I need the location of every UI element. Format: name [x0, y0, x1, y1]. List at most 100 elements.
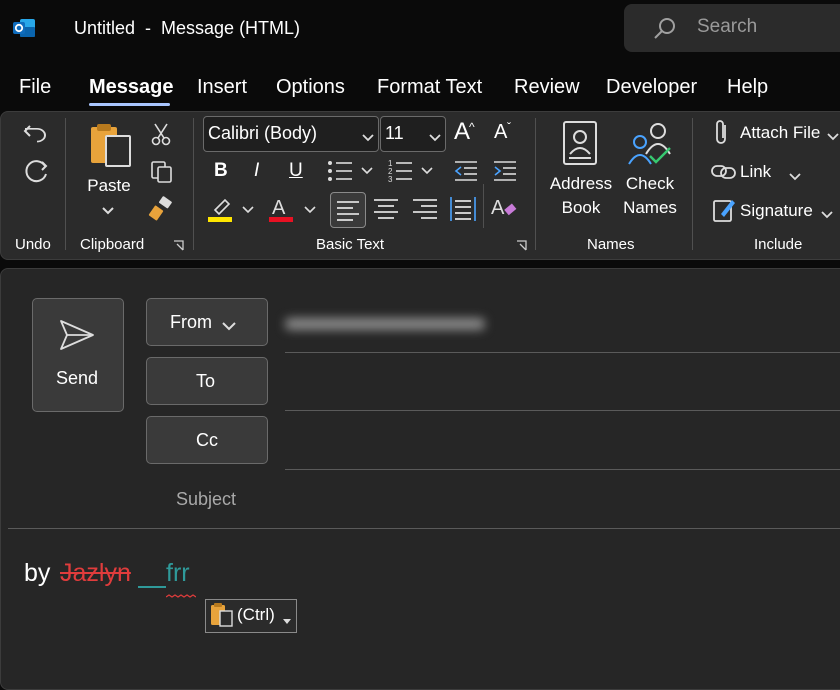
- ribbon-separator: [535, 118, 536, 250]
- justify-icon[interactable]: [449, 195, 477, 228]
- message-body[interactable]: [10, 536, 840, 673]
- highlight-icon[interactable]: [207, 196, 257, 229]
- tab-developer[interactable]: Developer: [606, 76, 697, 99]
- ribbon-separator: [65, 118, 66, 250]
- window-title: Untitled - Message (HTML): [74, 18, 301, 38]
- shrink-font-button[interactable]: A: [494, 121, 507, 144]
- grow-font-button[interactable]: A: [454, 118, 470, 146]
- clear-formatting-icon[interactable]: A: [491, 194, 519, 227]
- tab-file[interactable]: File: [19, 76, 51, 99]
- align-left-icon: [337, 201, 359, 221]
- signature-button[interactable]: Signature: [740, 199, 813, 223]
- font-name-dropdown[interactable]: Calibri (Body): [203, 116, 379, 152]
- chevron-down-icon[interactable]: [827, 128, 839, 146]
- from-label: From: [170, 312, 212, 332]
- format-painter-icon[interactable]: [148, 196, 174, 227]
- dialog-launcher-icon[interactable]: [516, 238, 527, 251]
- cut-icon[interactable]: [150, 122, 172, 151]
- tab-help[interactable]: Help: [727, 76, 768, 99]
- link-icon: [710, 161, 738, 188]
- outlook-icon: [12, 16, 36, 40]
- numbering-icon[interactable]: 1 2 3: [388, 158, 436, 189]
- divider: [285, 469, 840, 470]
- chevron-down-icon: [222, 318, 236, 336]
- to-label: To: [196, 371, 216, 391]
- subject-label: Subject: [176, 489, 237, 509]
- align-left-button[interactable]: [330, 192, 366, 228]
- copy-icon[interactable]: [150, 160, 174, 189]
- group-label-include: Include: [754, 236, 803, 253]
- highlight-color-swatch: [208, 217, 232, 222]
- group-label-basic-text: Basic Text: [316, 236, 385, 253]
- body-text: by: [24, 559, 51, 587]
- insertion-underline: [138, 586, 166, 588]
- caret-up-icon: ^: [469, 120, 475, 134]
- chevron-down-icon[interactable]: [101, 203, 115, 221]
- chevron-down-icon[interactable]: [789, 168, 801, 186]
- caret-down-icon: [283, 612, 291, 630]
- font-size-value: 11: [385, 123, 404, 143]
- increase-indent-icon[interactable]: [492, 158, 518, 189]
- attach-file-button[interactable]: Attach File: [740, 121, 820, 145]
- redo-icon[interactable]: [22, 158, 50, 191]
- to-field[interactable]: [285, 360, 840, 404]
- send-label: Send: [55, 368, 99, 388]
- undo-icon[interactable]: [22, 120, 50, 153]
- tab-format-text[interactable]: Format Text: [377, 76, 482, 99]
- tab-insert[interactable]: Insert: [197, 76, 247, 99]
- dialog-launcher-icon[interactable]: [173, 238, 184, 251]
- caret-down-icon: ˇ: [507, 120, 511, 134]
- tab-review[interactable]: Review: [514, 76, 580, 99]
- bullets-icon[interactable]: [326, 158, 374, 189]
- subject-field[interactable]: [285, 476, 840, 522]
- paste-button[interactable]: Paste: [80, 174, 138, 198]
- font-name-value: Calibri (Body): [208, 123, 318, 143]
- ribbon-separator: [193, 118, 194, 250]
- group-label-clipboard: Clipboard: [80, 236, 145, 253]
- divider: [8, 528, 840, 529]
- font-size-dropdown[interactable]: 11: [380, 116, 446, 152]
- align-center-icon[interactable]: [372, 196, 400, 227]
- body-strikethrough-text: Jazlyn: [60, 559, 131, 587]
- cc-field[interactable]: [285, 419, 840, 463]
- paste-options-label: (Ctrl): [237, 605, 275, 624]
- address-book-button[interactable]: Address Book: [546, 172, 616, 220]
- decrease-indent-icon[interactable]: [453, 158, 479, 189]
- underline-button[interactable]: U: [289, 160, 303, 182]
- ribbon-separator: [692, 118, 693, 250]
- check-names-button[interactable]: Check Names: [616, 172, 684, 220]
- paste-icon[interactable]: [86, 122, 134, 175]
- address-book-icon[interactable]: [561, 120, 599, 171]
- svg-text:A: A: [491, 197, 505, 219]
- check-names-icon[interactable]: [626, 120, 674, 171]
- group-label-names: Names: [587, 236, 635, 253]
- body-inserted-text: frr: [166, 559, 190, 587]
- tab-message[interactable]: Message: [89, 76, 174, 99]
- search-icon: [652, 16, 678, 42]
- spelling-squiggle: [165, 586, 197, 604]
- tab-options[interactable]: Options: [276, 76, 345, 99]
- active-tab-indicator: [89, 103, 170, 106]
- signature-icon: [712, 197, 736, 228]
- chevron-down-icon[interactable]: [821, 206, 833, 224]
- chevron-down-icon: [362, 129, 374, 147]
- address-book-label-line1: Address: [549, 174, 613, 193]
- ribbon-separator: [483, 184, 484, 228]
- paste-icon: [210, 602, 234, 633]
- send-icon: [58, 318, 96, 357]
- check-names-label-line2: Names: [623, 198, 677, 217]
- search-input[interactable]: Search: [697, 16, 757, 38]
- svg-text:A: A: [272, 197, 286, 219]
- link-button[interactable]: Link: [740, 160, 771, 184]
- font-color-icon[interactable]: A: [268, 196, 318, 229]
- bold-button[interactable]: B: [214, 160, 228, 182]
- italic-button[interactable]: I: [254, 160, 259, 182]
- chevron-down-icon: [429, 129, 441, 147]
- cc-label: Cc: [196, 430, 218, 450]
- check-names-label-line1: Check: [625, 174, 675, 193]
- address-book-label-line2: Book: [561, 198, 601, 217]
- svg-text:3: 3: [388, 175, 393, 184]
- align-right-icon[interactable]: [411, 196, 439, 227]
- divider: [285, 352, 840, 353]
- paperclip-icon: [712, 119, 732, 152]
